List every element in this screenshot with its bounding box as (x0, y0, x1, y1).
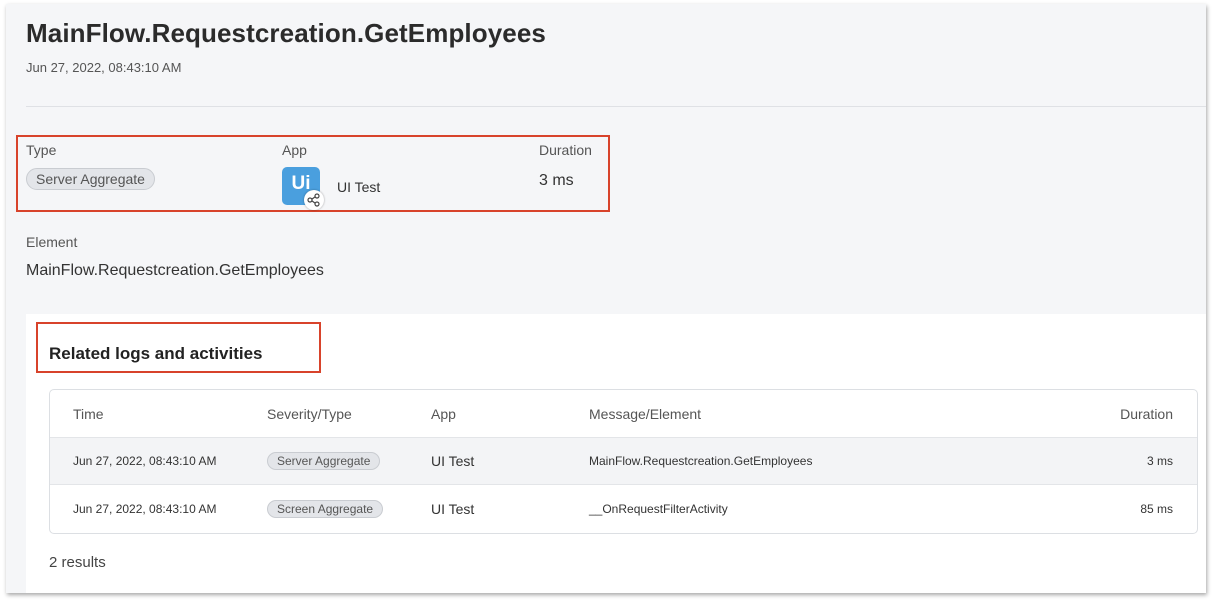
row-time-link[interactable]: Jun 27, 2022, 08:43:10 AM (73, 485, 216, 533)
column-header-severity[interactable]: Severity/Type (267, 390, 352, 437)
column-header-message[interactable]: Message/Element (589, 390, 701, 437)
app-label: App (282, 142, 307, 158)
table-row[interactable]: Jun 27, 2022, 08:43:10 AM Server Aggrega… (50, 437, 1197, 484)
page-timestamp: Jun 27, 2022, 08:43:10 AM (26, 60, 182, 75)
page-title: MainFlow.Requestcreation.GetEmployees (26, 18, 546, 48)
severity-badge: Screen Aggregate (267, 500, 384, 518)
app-name-link[interactable]: UI Test (337, 179, 380, 195)
row-time: Jun 27, 2022, 08:43:10 AM (73, 454, 217, 468)
duration-value: 3 ms (539, 172, 574, 189)
row-duration: 3 ms (1146, 454, 1173, 468)
column-header-time[interactable]: Time (73, 390, 104, 437)
row-app: UI Test (431, 501, 475, 517)
type-label: Type (26, 142, 57, 158)
row-app: UI Test (431, 453, 475, 469)
row-severity: Screen Aggregate (267, 485, 384, 533)
duration-label: Duration (539, 142, 592, 158)
results-count: 2 results (49, 554, 106, 571)
row-severity: Server Aggregate (267, 438, 381, 484)
element-value: MainFlow.Requestcreation.GetEmployees (26, 262, 324, 279)
related-highlight-box (36, 322, 321, 373)
row-message: MainFlow.Requestcreation.GetEmployees (589, 454, 813, 468)
column-header-duration[interactable]: Duration (1120, 390, 1173, 437)
type-badge: Server Aggregate (26, 168, 155, 190)
row-message: __OnRequestFilterActivity (589, 502, 728, 516)
log-detail-page: MainFlow.Requestcreation.GetEmployees Ju… (6, 4, 1206, 593)
related-logs-table: Time Severity/Type App Message/Element D… (49, 389, 1198, 534)
table-header-row: Time Severity/Type App Message/Element D… (50, 390, 1197, 437)
table-row[interactable]: Jun 27, 2022, 08:43:10 AM Screen Aggrega… (50, 484, 1197, 533)
share-nodes-icon (304, 190, 324, 210)
severity-badge: Server Aggregate (267, 452, 381, 470)
column-header-app[interactable]: App (431, 390, 456, 437)
element-label: Element (26, 234, 78, 250)
row-duration: 85 ms (1140, 502, 1173, 516)
header-divider (26, 106, 1206, 107)
